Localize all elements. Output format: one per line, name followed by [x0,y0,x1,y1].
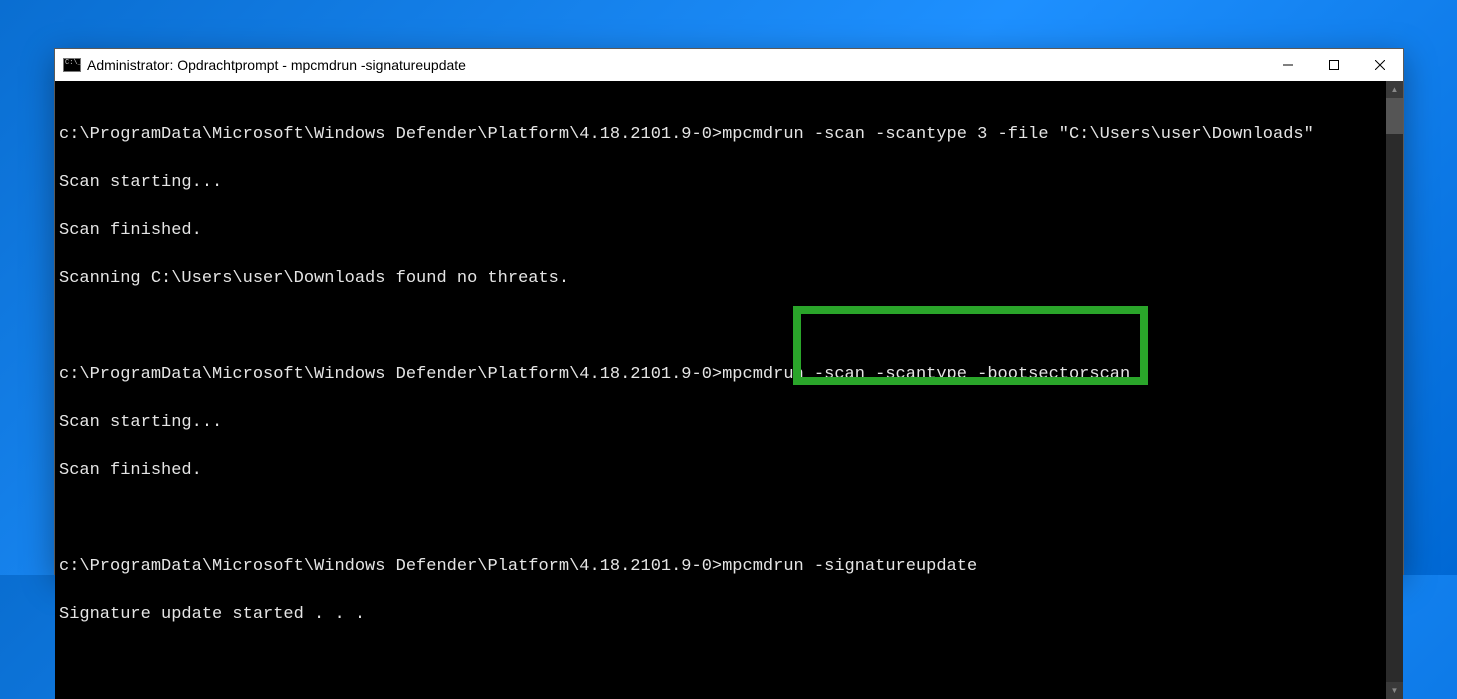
maximize-button[interactable] [1311,49,1357,81]
vertical-scrollbar[interactable]: ▲ ▼ [1386,81,1403,699]
scroll-up-button[interactable]: ▲ [1386,81,1403,98]
command-prompt-window: Administrator: Opdrachtprompt - mpcmdrun… [54,48,1404,575]
scroll-down-button[interactable]: ▼ [1386,682,1403,699]
scroll-thumb[interactable] [1386,98,1403,134]
terminal-line: Scan finished. [55,459,1386,483]
terminal-client-area: c:\ProgramData\Microsoft\Windows Defende… [55,81,1403,699]
titlebar[interactable]: Administrator: Opdrachtprompt - mpcmdrun… [55,49,1403,81]
terminal-line: Signature update started . . . [55,603,1386,627]
terminal-line: Scanning C:\Users\user\Downloads found n… [55,267,1386,291]
terminal-output[interactable]: c:\ProgramData\Microsoft\Windows Defende… [55,81,1386,699]
terminal-line: Scan starting... [55,411,1386,435]
minimize-button[interactable] [1265,49,1311,81]
terminal-line: Scan finished. [55,219,1386,243]
close-button[interactable] [1357,49,1403,81]
terminal-line: c:\ProgramData\Microsoft\Windows Defende… [55,123,1386,147]
window-title: Administrator: Opdrachtprompt - mpcmdrun… [87,57,1265,73]
window-controls [1265,49,1403,81]
terminal-line: Scan starting... [55,171,1386,195]
terminal-line: c:\ProgramData\Microsoft\Windows Defende… [55,555,1386,579]
cmd-icon [63,58,81,72]
terminal-line: c:\ProgramData\Microsoft\Windows Defende… [55,363,1386,387]
